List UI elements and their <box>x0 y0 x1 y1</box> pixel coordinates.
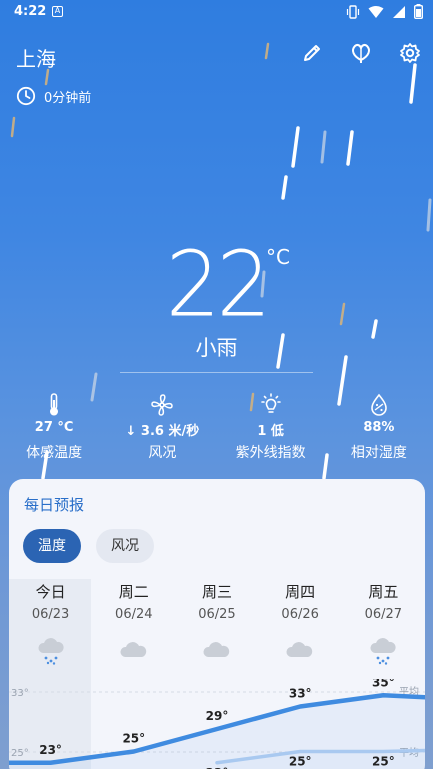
temperature-unit: °C <box>266 245 290 269</box>
forecast-day[interactable]: 周四 06/26 <box>259 581 342 669</box>
forecast-title: 每日预报 <box>24 496 85 514</box>
detail-feels-like: 27 °C 体感温度 <box>0 392 108 462</box>
top-actions <box>301 42 421 64</box>
day-name: 周三 <box>201 583 232 601</box>
forecast-day[interactable]: 今日 06/23 <box>9 581 92 669</box>
temperature-value: 22 <box>165 232 271 338</box>
cloud-icon <box>286 642 313 657</box>
notification-icon: A <box>52 6 63 17</box>
data-label: 29° <box>206 709 229 723</box>
data-label: 25° <box>289 755 312 769</box>
axis-label-top: 33° <box>11 688 29 699</box>
vibrate-icon <box>346 4 360 19</box>
detail-uv: 1 低 紫外线指数 <box>217 392 325 462</box>
wifi-icon <box>368 5 384 18</box>
day-date: 06/23 <box>31 607 70 622</box>
day-date: 06/25 <box>198 607 236 622</box>
forecast-day[interactable]: 周三 06/25 <box>175 581 258 669</box>
feels-like-value: 27 °C <box>34 420 74 435</box>
balloon-icon[interactable] <box>349 42 373 64</box>
status-time: 4:22 <box>14 4 47 19</box>
data-label: 23° <box>39 743 62 757</box>
data-label: 33° <box>289 687 312 701</box>
rain-cloud-icon <box>38 638 64 665</box>
forecast-day[interactable]: 周五 06/27 <box>342 581 425 669</box>
day-name: 周二 <box>118 583 149 601</box>
day-date: 06/27 <box>364 607 403 622</box>
humidity-icon <box>371 393 387 416</box>
forecast-days: 今日 06/23 周二 06/24 周三 06/25 周四 06/26 周五 0… <box>9 581 425 669</box>
data-label: 25° <box>122 732 145 746</box>
day-date: 06/26 <box>281 607 319 622</box>
tab-wind[interactable]: 风况 <box>96 529 154 563</box>
day-name: 周四 <box>285 583 316 601</box>
clock-icon <box>16 86 36 106</box>
wind-value: ↓ 3.6 米/秒 <box>125 424 200 439</box>
last-updated: 0分钟前 <box>16 86 91 106</box>
data-label: 35° <box>372 679 395 689</box>
weather-details: 27 °C 体感温度 ↓ 3.6 米/秒 风况 1 低 紫外线指数 88% 相对… <box>0 392 433 462</box>
day-date: 06/24 <box>115 607 153 622</box>
status-bar: 4:22 A <box>0 0 433 24</box>
uv-icon <box>260 393 281 413</box>
day-name: 周五 <box>368 583 399 601</box>
settings-icon[interactable] <box>399 42 421 64</box>
status-icons <box>346 4 423 19</box>
feels-like-label: 体感温度 <box>26 445 83 461</box>
temperature-chart: 33° 25° 平均 平均 23°25°29°33°35°23°25°25° <box>9 679 425 769</box>
tab-temperature[interactable]: 温度 <box>23 529 81 563</box>
battery-icon <box>414 4 423 19</box>
current-temperature: 22 °C <box>0 232 433 338</box>
wind-label: 风况 <box>148 445 177 461</box>
divider <box>120 372 313 373</box>
city-name[interactable]: 上海 <box>16 43 56 72</box>
daily-forecast-card: 每日预报 温度 风况 今日 06/23 周二 06/24 周三 06/25 周四… <box>9 479 425 769</box>
rain-cloud-icon <box>370 638 396 665</box>
thermometer-icon <box>50 393 59 416</box>
edit-icon[interactable] <box>301 42 323 64</box>
cloud-icon <box>120 642 146 657</box>
humidity-value: 88% <box>363 420 395 435</box>
fan-icon <box>151 394 174 416</box>
axis-label-bottom: 25° <box>11 748 29 759</box>
forecast-day[interactable]: 周二 06/24 <box>92 581 175 669</box>
uv-value: 1 低 <box>257 424 284 439</box>
detail-wind: ↓ 3.6 米/秒 风况 <box>108 392 216 462</box>
cloud-icon <box>203 642 230 657</box>
uv-label: 紫外线指数 <box>235 445 306 461</box>
data-label: 25° <box>372 755 395 769</box>
day-name: 今日 <box>35 583 66 601</box>
detail-humidity: 88% 相对湿度 <box>325 392 433 462</box>
weather-condition: 小雨 <box>195 336 238 360</box>
updated-text: 0分钟前 <box>44 90 92 106</box>
signal-icon <box>393 5 405 18</box>
humidity-label: 相对湿度 <box>350 445 407 461</box>
